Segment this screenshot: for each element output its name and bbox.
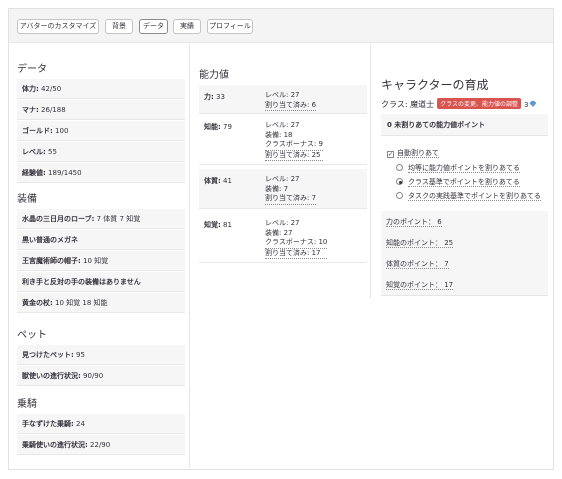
- attribute-row-strength: 力: 33 レベル: 27 割り当て済み: 6: [199, 85, 367, 114]
- equipment-heading: 装備: [17, 194, 37, 205]
- gem-count: 3: [523, 101, 529, 109]
- attribute-row-perception: 知覚: 81 レベル: 27 装備: 27 クラスボーナス: 10 割り当て済み…: [199, 213, 367, 263]
- perception-points: 知覚のポイント： 17: [381, 274, 548, 296]
- intelligence-class-bonus: クラスボーナス: 9: [265, 140, 323, 151]
- intelligence-breakdown: レベル: 27 装備: 18 クラスボーナス: 9 割り当て済み: 25: [265, 121, 323, 161]
- checkbox-icon[interactable]: ✓: [387, 151, 394, 158]
- equipment-row-head: 王宮魔術師の帽子: 10 知覚: [17, 251, 185, 271]
- character-growth-title: キャラクターの育成: [381, 78, 489, 92]
- data-heading: データ: [17, 64, 47, 75]
- strength-level: レベル: 27: [265, 91, 300, 99]
- equipment-row-eyewear: 黒い普通のメガネ: [17, 230, 185, 250]
- auto-allocate-checkbox[interactable]: ✓ 自動割りあて: [387, 148, 439, 158]
- change-class-button[interactable]: クラスの変更、能力値の調整: [437, 98, 521, 109]
- data-column: データ 体力: 42/50 マナ: 26/188 ゴールド: 100 レベル: …: [9, 43, 190, 467]
- mount-row-progress: 乗騎使いの進行状況: 22/90: [17, 435, 185, 455]
- radio-task-based[interactable]: タスクの実践基準でポイントを割りあてる: [396, 191, 541, 201]
- auto-allocate-label: 自動割りあて: [397, 149, 439, 158]
- mount-row-tamed: 手なずけた乗騎: 24: [17, 414, 185, 434]
- attribute-row-constitution: 体質: 41 レベル: 27 装備: 7 割り当て済み: 7: [199, 169, 367, 209]
- equipment-row-armor: 水晶の三日月のローブ: 7 体質 7 知覚: [17, 209, 185, 229]
- constitution-breakdown: レベル: 27 装備: 7 割り当て済み: 7: [265, 175, 317, 205]
- perception-equipment: 装備: 27: [265, 228, 293, 237]
- radio-class-based[interactable]: クラス基準でポイントを割りあてる: [396, 177, 520, 187]
- attribute-row-intelligence: 知能: 79 レベル: 27 装備: 18 クラスボーナス: 9 割り当て済み:…: [199, 115, 367, 165]
- tab-bar: アバターのカスタマイズ 背景 データ 実績 プロフィール: [9, 9, 553, 43]
- class-line: クラス: 魔道士 クラスの変更、能力値の調整 3: [381, 98, 537, 110]
- tab-achievements[interactable]: 実績: [173, 19, 201, 34]
- attributes-heading: 能力値: [199, 70, 229, 81]
- intelligence-allocated: 割り当て済み: 25: [265, 151, 323, 161]
- constitution-points: 体質のポイント： 7: [381, 253, 548, 275]
- character-growth-column: キャラクターの育成 クラス: 魔道士 クラスの変更、能力値の調整 3 0 未割りあて…: [370, 43, 553, 298]
- pet-row-progress: 獣使いの進行状況: 90/90: [17, 366, 185, 386]
- tab-avatar-customize[interactable]: アバターのカスタマイズ: [17, 19, 99, 34]
- strength-points: 力のポイント： 6: [381, 211, 548, 233]
- perception-level: レベル: 27: [265, 219, 300, 227]
- strength-breakdown: レベル: 27 割り当て済み: 6: [265, 91, 317, 111]
- radio-icon[interactable]: [396, 178, 403, 185]
- stat-row-health: 体力: 42/50: [17, 79, 185, 99]
- constitution-equipment: 装備: 7: [265, 184, 289, 193]
- stat-row-experience: 経験値: 189/1450: [17, 163, 185, 183]
- pets-heading: ペット: [17, 330, 47, 341]
- constitution-level: レベル: 27: [265, 175, 300, 183]
- radio-class-based-label: クラス基準でポイントを割りあてる: [408, 178, 520, 187]
- perception-breakdown: レベル: 27 装備: 27 クラスボーナス: 10 割り当て済み: 17: [265, 219, 328, 259]
- perception-allocated: 割り当て済み: 17: [265, 249, 328, 259]
- attributes-column: 能力値 力: 33 レベル: 27 割り当て済み: 6 知能: 79 レベル: …: [191, 43, 368, 467]
- intelligence-equipment: 装備: 18: [265, 130, 293, 139]
- tab-data[interactable]: データ: [139, 19, 168, 34]
- stat-row-level: レベル: 55: [17, 142, 185, 162]
- stats-panel: アバターのカスタマイズ 背景 データ 実績 プロフィール データ 体力: 42/…: [8, 8, 554, 470]
- stat-row-gold: ゴールド: 100: [17, 121, 185, 141]
- mounts-heading: 乗騎: [17, 399, 37, 410]
- radio-evenly[interactable]: 均等に能力値ポイントを割りあてる: [396, 163, 520, 173]
- radio-evenly-label: 均等に能力値ポイントを割りあてる: [408, 164, 520, 173]
- tab-profile[interactable]: プロフィール: [207, 19, 253, 34]
- perception-class-bonus: クラスボーナス: 10: [265, 238, 328, 249]
- equipment-row-offhand: 利き手と反対の手の装備はありません: [17, 272, 185, 292]
- intelligence-points: 知能のポイント： 25: [381, 232, 548, 254]
- equipment-row-weapon: 黄金の杖: 10 知覚 18 知能: [17, 293, 185, 313]
- unassigned-points: 0 未割りあての能力値ポイント: [381, 114, 548, 136]
- gem-icon: [529, 101, 537, 107]
- pet-row-found: 見つけたペット: 95: [17, 345, 185, 365]
- tab-background[interactable]: 背景: [105, 19, 133, 34]
- class-label: クラス: 魔道士: [381, 100, 435, 109]
- constitution-allocated: 割り当て済み: 7: [265, 194, 317, 205]
- radio-task-based-label: タスクの実践基準でポイントを割りあてる: [408, 192, 541, 201]
- strength-allocated: 割り当て済み: 6: [265, 101, 317, 111]
- radio-icon[interactable]: [396, 192, 403, 199]
- stat-row-mana: マナ: 26/188: [17, 100, 185, 120]
- radio-icon[interactable]: [396, 164, 403, 171]
- intelligence-level: レベル: 27: [265, 121, 300, 129]
